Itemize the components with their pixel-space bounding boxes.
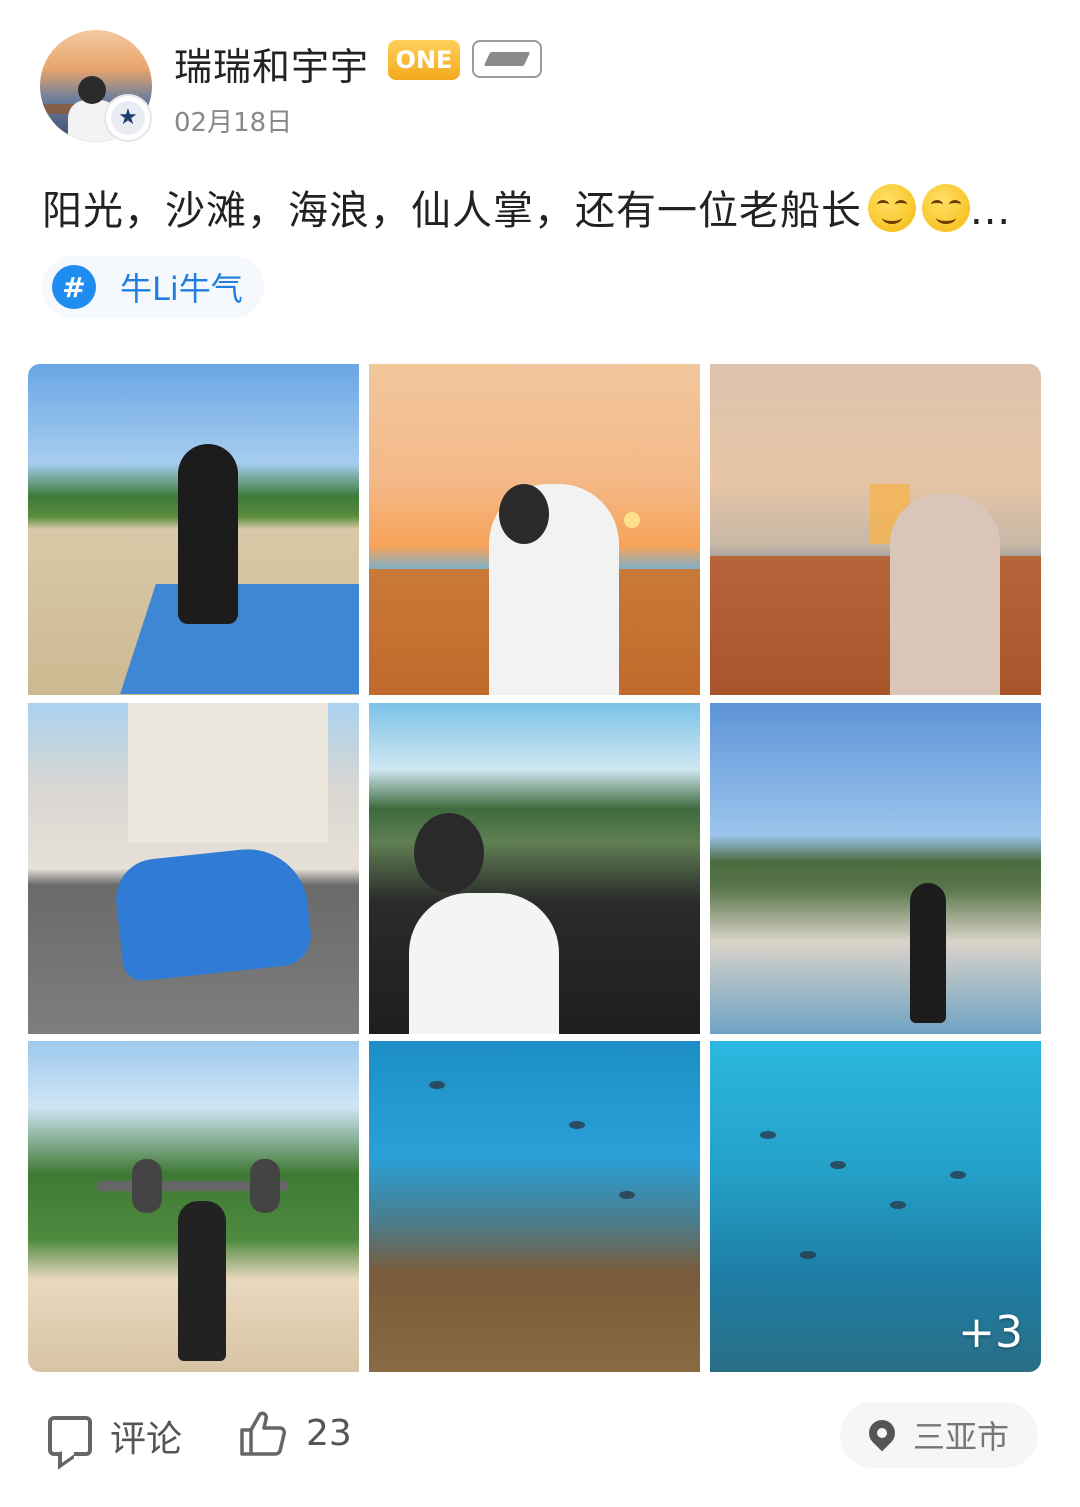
person-head	[499, 484, 549, 544]
thumbs-up-icon	[240, 1411, 286, 1456]
photo-shore-woman[interactable]	[710, 703, 1041, 1034]
fish	[830, 1161, 846, 1169]
fish	[890, 1201, 906, 1209]
photo-grid: +3	[28, 364, 1042, 1372]
like-button[interactable]: 23	[238, 1408, 352, 1458]
barbell-weight	[250, 1159, 280, 1213]
fish	[800, 1251, 816, 1259]
fish	[760, 1131, 776, 1139]
device-badge-icon	[472, 40, 542, 78]
username[interactable]: 瑞瑞和宇宇	[174, 36, 369, 91]
photo-beach-woman[interactable]	[28, 364, 359, 695]
hashtag-icon: #	[52, 265, 96, 309]
fish	[569, 1121, 585, 1129]
photo-coral-reef[interactable]	[369, 1041, 700, 1372]
photo-sunset-man[interactable]	[369, 364, 700, 695]
barbell-weight	[132, 1159, 162, 1213]
post-date: 02月18日	[174, 108, 293, 138]
topic-label: 牛Li牛气	[120, 270, 243, 308]
person-figure	[178, 444, 238, 624]
photo-sunset-woman[interactable]	[710, 364, 1041, 695]
comment-icon	[48, 1416, 92, 1456]
smiling-face-icon	[868, 184, 916, 232]
fish	[950, 1171, 966, 1179]
person-head	[414, 813, 484, 893]
person-figure	[409, 893, 559, 1034]
location-label: 三亚市	[912, 1418, 1009, 1456]
person-figure	[910, 883, 946, 1023]
like-count: 23	[306, 1412, 352, 1454]
topic-chip[interactable]: # 牛Li牛气	[42, 256, 264, 318]
comment-label: 评论	[110, 1419, 183, 1460]
comment-button[interactable]: 评论	[48, 1410, 182, 1462]
member-badge: ONE	[388, 40, 460, 80]
fish	[619, 1191, 635, 1199]
location-chip[interactable]: 三亚市	[840, 1402, 1038, 1468]
more-photos-count[interactable]: +3	[958, 1307, 1023, 1358]
person-figure	[890, 494, 1000, 695]
beach-mat	[120, 584, 359, 694]
ellipsis: ...	[970, 188, 1012, 234]
building	[128, 703, 328, 843]
location-pin-icon	[863, 1414, 901, 1452]
sun	[624, 512, 640, 528]
blue-car	[112, 843, 314, 983]
avatar-head	[78, 76, 106, 104]
photo-fish-school[interactable]: +3	[710, 1041, 1041, 1372]
photo-palm-barbell[interactable]	[28, 1041, 359, 1372]
smiling-face-icon	[922, 184, 970, 232]
person-figure	[178, 1201, 226, 1361]
star-badge-icon: ★	[106, 96, 150, 140]
post-body-text: 阳光，沙滩，海浪，仙人掌，还有一位老船长	[42, 188, 862, 234]
photo-blue-car[interactable]	[28, 703, 359, 1034]
post-text[interactable]: 阳光，沙滩，海浪，仙人掌，还有一位老船长...	[42, 178, 1011, 236]
fish	[429, 1081, 445, 1089]
photo-driver[interactable]	[369, 703, 700, 1034]
post-actions: 评论 23 三亚市	[0, 1400, 1080, 1480]
post-header: ★ 瑞瑞和宇宇 ONE 02月18日	[40, 30, 1040, 150]
